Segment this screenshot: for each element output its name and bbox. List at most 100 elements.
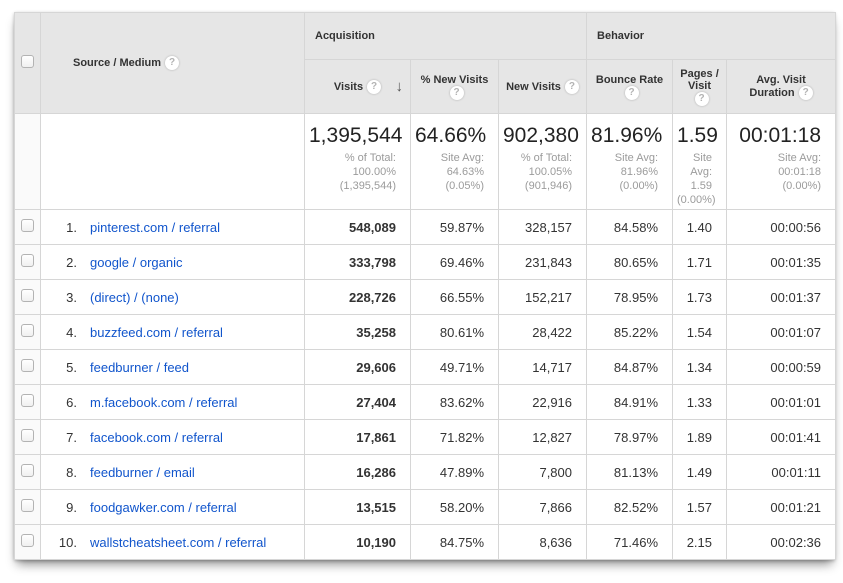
pct-new-visits-value: 83.62% (411, 385, 499, 420)
pct-new-visits-value: 66.55% (411, 280, 499, 315)
help-icon[interactable]: ? (367, 80, 381, 94)
source-medium-link[interactable]: wallstcheatsheet.com / referral (90, 535, 266, 550)
behavior-group-label: Behavior (597, 30, 644, 42)
row-checkbox[interactable] (21, 394, 34, 407)
row-checkbox-cell (15, 455, 41, 490)
row-index: 2. (41, 255, 77, 270)
visits-value: 29,606 (305, 350, 411, 385)
pages-visit-value: 1.57 (673, 490, 727, 525)
totals-row: 1,395,544 % of Total:100.00%(1,395,544) … (15, 114, 836, 210)
group-header-row: Source / Medium? Acquisition Behavior (15, 13, 836, 60)
new-visits-total-value: 902,380 (503, 124, 572, 148)
visits-value: 27,404 (305, 385, 411, 420)
select-all-checkbox[interactable] (21, 55, 34, 68)
row-index: 4. (41, 325, 77, 340)
bounce-rate-value: 78.95% (587, 280, 673, 315)
bounce-rate-header-label: Bounce Rate (596, 74, 663, 86)
table-row: 8.feedburner / email16,28647.89%7,80081.… (15, 455, 836, 490)
source-medium-link[interactable]: feedburner / email (90, 465, 195, 480)
source-medium-link[interactable]: (direct) / (none) (90, 290, 179, 305)
source-medium-link[interactable]: foodgawker.com / referral (90, 500, 237, 515)
row-checkbox[interactable] (21, 219, 34, 232)
table-row: 1.pinterest.com / referral548,08959.87%3… (15, 210, 836, 245)
pages-total-value: 1.59 (677, 124, 712, 148)
new-visits-value: 8,636 (499, 525, 587, 560)
avg-duration-column-header[interactable]: Avg. Visit Duration? (727, 60, 836, 114)
new-visits-column-header[interactable]: New Visits? (499, 60, 587, 114)
bounce-total-sub: Site Avg:81.96%(0.00%) (591, 151, 658, 193)
row-checkbox[interactable] (21, 429, 34, 442)
pct-new-visits-value: 80.61% (411, 315, 499, 350)
row-checkbox-cell (15, 525, 41, 560)
avg-duration-value: 00:01:11 (727, 455, 836, 490)
pages-visit-value: 1.54 (673, 315, 727, 350)
avg-duration-value: 00:01:41 (727, 420, 836, 455)
help-icon[interactable]: ? (450, 86, 464, 100)
pct-new-total-sub: Site Avg:64.63%(0.05%) (415, 151, 484, 193)
sort-descending-icon[interactable]: ↓ (396, 78, 404, 95)
source-cell: 1. pinterest.com / referral (41, 210, 305, 245)
help-icon[interactable]: ? (695, 92, 709, 106)
row-index: 1. (41, 220, 77, 235)
visits-total-value: 1,395,544 (309, 124, 396, 148)
row-checkbox[interactable] (21, 359, 34, 372)
table-row: 10.wallstcheatsheet.com / referral10,190… (15, 525, 836, 560)
bounce-rate-value: 84.58% (587, 210, 673, 245)
acquisition-group-label: Acquisition (315, 30, 375, 42)
source-medium-link[interactable]: google / organic (90, 255, 183, 270)
totals-checkbox-cell (15, 114, 41, 210)
bounce-rate-column-header[interactable]: Bounce Rate? (587, 60, 673, 114)
new-visits-total-sub: % of Total:100.05%(901,946) (503, 151, 572, 193)
duration-total-cell: 00:01:18 Site Avg:00:01:18(0.00%) (727, 114, 836, 210)
table-row: 5.feedburner / feed29,60649.71%14,71784.… (15, 350, 836, 385)
row-checkbox-cell (15, 245, 41, 280)
source-medium-header[interactable]: Source / Medium? (41, 13, 305, 114)
new-visits-value: 152,217 (499, 280, 587, 315)
source-medium-link[interactable]: facebook.com / referral (90, 430, 223, 445)
pct-new-total-value: 64.66% (415, 124, 484, 148)
pct-new-visits-value: 71.82% (411, 420, 499, 455)
pct-new-visits-column-header[interactable]: % New Visits? (411, 60, 499, 114)
source-medium-link[interactable]: pinterest.com / referral (90, 220, 220, 235)
row-checkbox[interactable] (21, 534, 34, 547)
new-visits-value: 12,827 (499, 420, 587, 455)
source-medium-link[interactable]: buzzfeed.com / referral (90, 325, 223, 340)
row-index: 9. (41, 500, 77, 515)
row-checkbox-cell (15, 420, 41, 455)
row-index: 6. (41, 395, 77, 410)
visits-value: 10,190 (305, 525, 411, 560)
source-medium-link[interactable]: feedburner / feed (90, 360, 189, 375)
row-checkbox-cell (15, 210, 41, 245)
help-icon[interactable]: ? (165, 56, 179, 70)
pages-visit-column-header[interactable]: Pages / Visit? (673, 60, 727, 114)
analytics-table-container: Source / Medium? Acquisition Behavior Vi… (14, 12, 835, 560)
new-visits-value: 7,866 (499, 490, 587, 525)
source-cell: 3.(direct) / (none) (41, 280, 305, 315)
avg-duration-value: 00:01:21 (727, 490, 836, 525)
row-checkbox[interactable] (21, 289, 34, 302)
help-icon[interactable]: ? (565, 80, 579, 94)
help-icon[interactable]: ? (625, 86, 639, 100)
duration-total-sub: Site Avg:00:01:18(0.00%) (731, 151, 821, 193)
new-visits-value: 7,800 (499, 455, 587, 490)
table-row: 4.buzzfeed.com / referral35,25880.61%28,… (15, 315, 836, 350)
visits-total-sub: % of Total:100.00%(1,395,544) (309, 151, 396, 193)
avg-duration-value: 00:01:37 (727, 280, 836, 315)
row-checkbox[interactable] (21, 499, 34, 512)
source-cell: 10.wallstcheatsheet.com / referral (41, 525, 305, 560)
bounce-rate-value: 85.22% (587, 315, 673, 350)
visits-value: 548,089 (305, 210, 411, 245)
row-checkbox[interactable] (21, 254, 34, 267)
bounce-rate-value: 84.91% (587, 385, 673, 420)
row-checkbox-cell (15, 315, 41, 350)
new-visits-total-cell: 902,380 % of Total:100.05%(901,946) (499, 114, 587, 210)
row-checkbox[interactable] (21, 464, 34, 477)
row-checkbox[interactable] (21, 324, 34, 337)
bounce-rate-value: 80.65% (587, 245, 673, 280)
source-cell: 7.facebook.com / referral (41, 420, 305, 455)
visits-column-header[interactable]: Visits? ↓ (305, 60, 411, 114)
pages-visit-value: 1.34 (673, 350, 727, 385)
help-icon[interactable]: ? (799, 86, 813, 100)
row-checkbox-cell (15, 280, 41, 315)
source-medium-link[interactable]: m.facebook.com / referral (90, 395, 237, 410)
